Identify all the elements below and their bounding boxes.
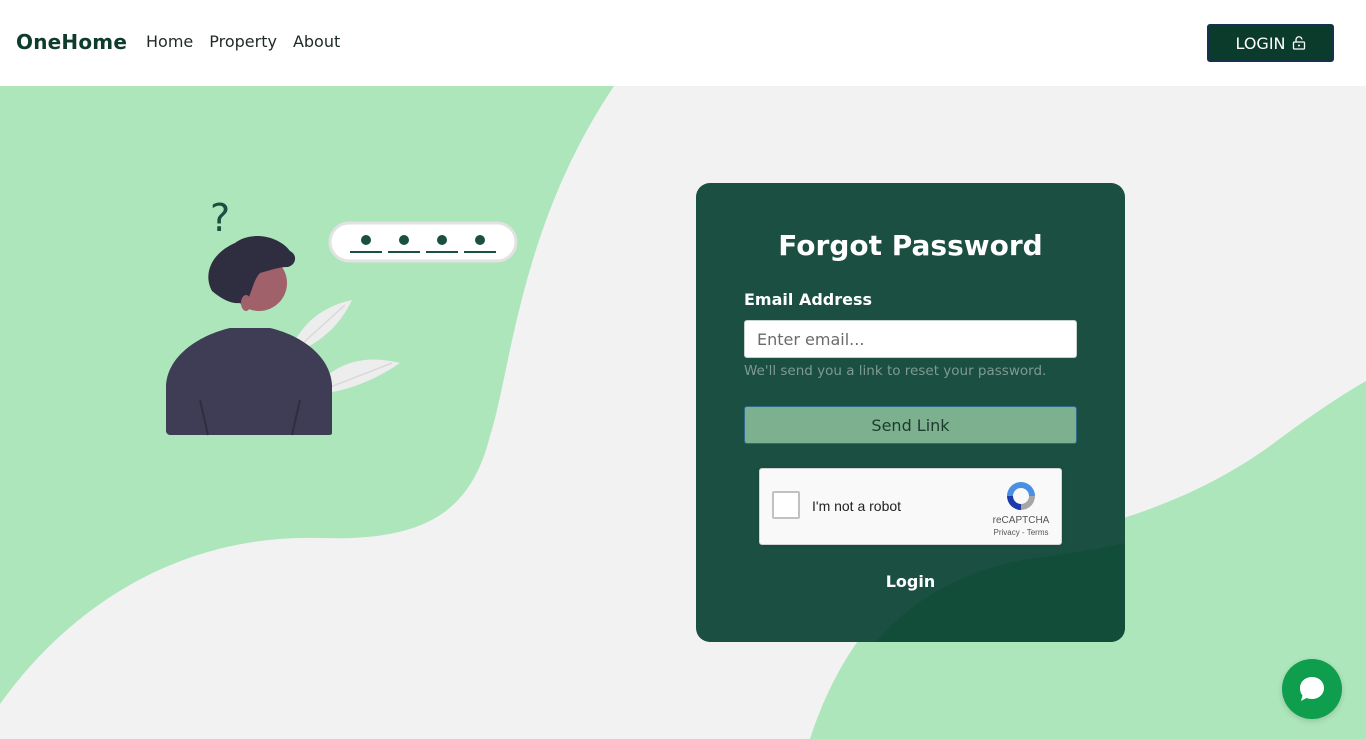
recaptcha-privacy-terms[interactable]: Privacy - Terms	[978, 528, 1064, 537]
recaptcha-widget: I'm not a robot reCAPTCHA Privacy - Term…	[759, 468, 1062, 545]
top-navbar: OneHome Home Property About LOGIN	[0, 0, 1366, 86]
question-mark: ?	[210, 196, 230, 240]
brand-logo[interactable]: OneHome	[16, 30, 127, 54]
page-title: Forgot Password	[778, 229, 1043, 262]
forgot-password-illustration: ?	[166, 196, 518, 436]
send-link-button[interactable]: Send Link	[744, 406, 1077, 444]
recaptcha-checkbox[interactable]	[772, 491, 800, 519]
login-button[interactable]: LOGIN	[1207, 24, 1334, 62]
nav-link-home[interactable]: Home	[146, 32, 193, 51]
recaptcha-brand: reCAPTCHA	[992, 515, 1050, 526]
lock-open-icon	[1292, 36, 1305, 50]
recaptcha-logo-icon	[1007, 482, 1035, 510]
email-help-text: We'll send you a link to reset your pass…	[744, 363, 1047, 379]
nav-link-about[interactable]: About	[293, 32, 340, 51]
recaptcha-label: I'm not a robot	[812, 498, 902, 514]
chat-button[interactable]	[1282, 659, 1342, 719]
login-button-label: LOGIN	[1235, 33, 1286, 53]
email-label: Email Address	[744, 290, 873, 309]
main-nav: Home Property About	[146, 32, 340, 51]
nav-link-property[interactable]: Property	[209, 32, 277, 51]
forgot-password-card: Forgot Password Email Address We'll send…	[696, 183, 1125, 642]
login-link[interactable]: Login	[696, 572, 1125, 591]
email-input[interactable]	[744, 320, 1077, 358]
chat-bubble-icon	[1300, 677, 1324, 701]
